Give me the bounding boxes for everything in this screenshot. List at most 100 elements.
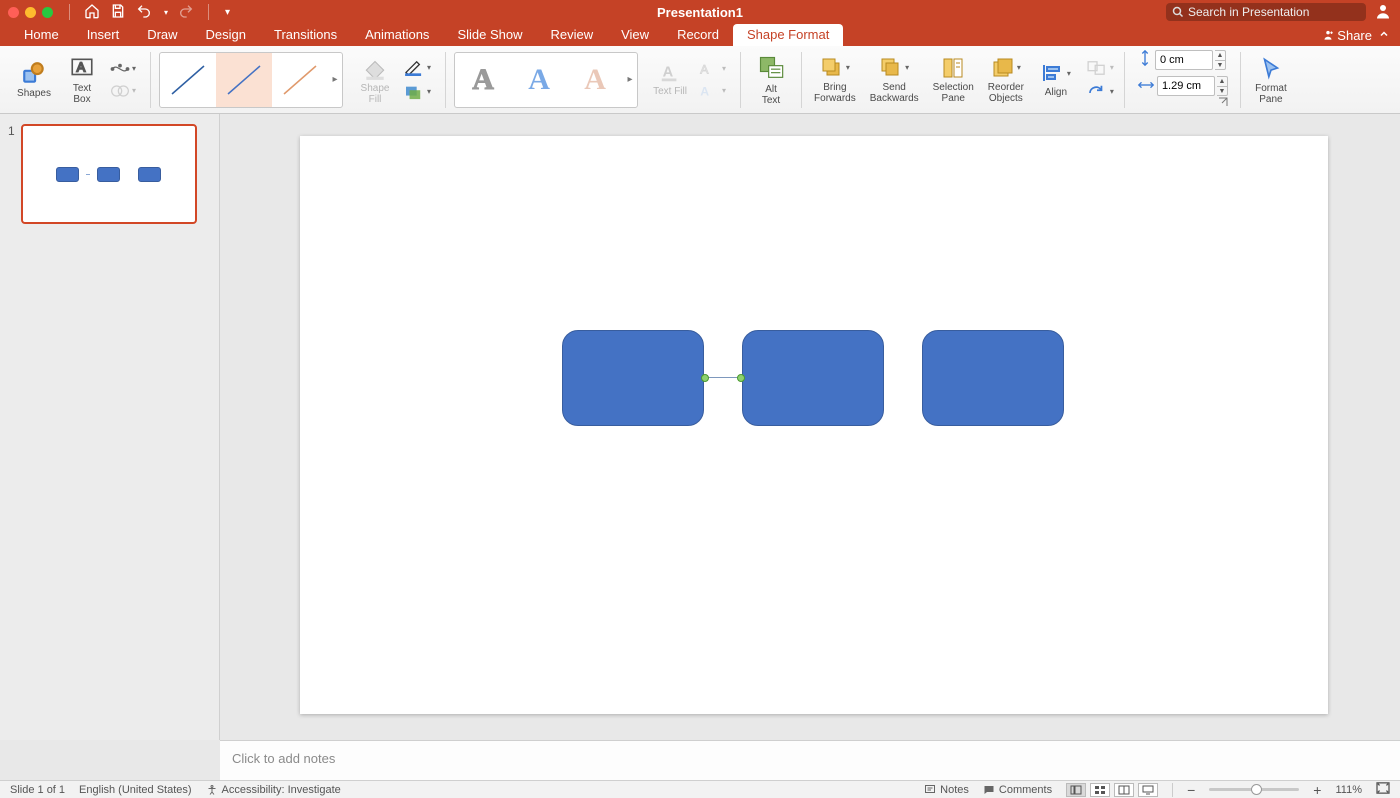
shape-width-input[interactable] xyxy=(1157,76,1215,96)
zoom-window-icon[interactable] xyxy=(42,7,53,18)
reading-view-button[interactable] xyxy=(1114,783,1134,797)
collapse-ribbon-icon[interactable] xyxy=(1378,28,1390,43)
comments-toggle[interactable]: Comments xyxy=(983,784,1052,796)
search-input[interactable]: Search in Presentation xyxy=(1166,3,1366,21)
account-icon[interactable] xyxy=(1374,2,1392,23)
tab-review[interactable]: Review xyxy=(536,24,607,46)
rounded-rectangle-1[interactable] xyxy=(562,330,704,426)
wordart-more-icon[interactable]: ▸ xyxy=(623,74,637,85)
text-fill-button: A Text Fill xyxy=(648,60,692,99)
accessibility-icon xyxy=(206,784,218,796)
alt-text-button[interactable]: Alt Text xyxy=(749,52,793,108)
normal-view-button[interactable] xyxy=(1066,783,1086,797)
zoom-slider[interactable] xyxy=(1209,788,1299,791)
zoom-in-button[interactable]: + xyxy=(1313,782,1321,798)
shape-fill-button[interactable]: Shape Fill xyxy=(353,53,397,107)
zoom-level[interactable]: 111% xyxy=(1335,784,1362,796)
gallery-more-icon[interactable]: ▸ xyxy=(328,74,342,85)
zoom-slider-thumb[interactable] xyxy=(1251,784,1262,795)
tab-slideshow[interactable]: Slide Show xyxy=(443,24,536,46)
window-controls xyxy=(8,7,53,18)
ribbon-tabs: Home Insert Draw Design Transitions Anim… xyxy=(0,24,1400,46)
tab-animations[interactable]: Animations xyxy=(351,24,443,46)
tab-insert[interactable]: Insert xyxy=(73,24,134,46)
width-spinner[interactable]: ▲▼ xyxy=(1217,76,1228,96)
accessibility-status[interactable]: Accessibility: Investigate xyxy=(206,784,341,796)
height-spinner[interactable]: ▲▼ xyxy=(1215,50,1226,70)
rotate-button[interactable]: ▾ xyxy=(1084,82,1116,102)
slideshow-view-button[interactable] xyxy=(1138,783,1158,797)
wordart-style-2[interactable]: A xyxy=(511,53,567,107)
selection-pane-button[interactable]: Selection Pane xyxy=(929,54,978,106)
qat-customize-icon[interactable]: ▾ xyxy=(225,7,230,18)
rounded-rectangle-3[interactable] xyxy=(922,330,1064,426)
slide-sorter-button[interactable] xyxy=(1090,783,1110,797)
wordart-style-1[interactable]: A xyxy=(455,53,511,107)
dialog-launcher-icon[interactable] xyxy=(1218,96,1228,110)
shape-effects-button[interactable]: ▾ xyxy=(401,82,433,102)
undo-icon[interactable] xyxy=(136,3,152,22)
shape-style-2[interactable] xyxy=(216,53,272,107)
group-button[interactable]: ▾ xyxy=(1084,58,1116,78)
svg-text:A: A xyxy=(77,59,86,74)
slide-thumbnail-panel[interactable]: 1 xyxy=(0,114,220,740)
redo-icon[interactable] xyxy=(178,3,194,22)
comments-icon xyxy=(983,784,995,796)
undo-dropdown-icon[interactable]: ▾ xyxy=(164,8,168,17)
notes-toggle[interactable]: Notes xyxy=(924,784,969,796)
align-button[interactable]: ▾ Align xyxy=(1034,59,1078,100)
quick-access-toolbar: ▾ ▾ xyxy=(65,3,230,22)
search-icon xyxy=(1172,6,1184,18)
shape-style-3[interactable] xyxy=(272,53,328,107)
format-pane-button[interactable]: Format Pane xyxy=(1249,53,1293,107)
slide-thumbnail-1[interactable] xyxy=(21,124,197,224)
merge-shapes-button[interactable]: ▾ xyxy=(108,82,138,100)
language-status[interactable]: English (United States) xyxy=(79,784,192,796)
shape-height-input[interactable] xyxy=(1155,50,1213,70)
title-bar: ▾ ▾ Presentation1 Search in Presentation xyxy=(0,0,1400,24)
wordart-style-3[interactable]: A xyxy=(567,53,623,107)
slide-number: 1 xyxy=(8,124,15,224)
view-buttons xyxy=(1066,783,1158,797)
slide-count[interactable]: Slide 1 of 1 xyxy=(10,784,65,796)
tab-home[interactable]: Home xyxy=(10,24,73,46)
share-button[interactable]: Share xyxy=(1321,28,1372,43)
text-effects-button: A▾ xyxy=(696,82,728,100)
reorder-objects-button[interactable]: ▾ Reorder Objects xyxy=(984,54,1028,106)
width-icon xyxy=(1137,77,1155,96)
text-outline-button: A▾ xyxy=(696,60,728,78)
tab-draw[interactable]: Draw xyxy=(133,24,191,46)
bring-forward-button[interactable]: ▾ Bring Forwards xyxy=(810,54,860,106)
fit-to-window-button[interactable] xyxy=(1376,782,1390,797)
connector-handle-end[interactable] xyxy=(737,374,745,382)
save-icon[interactable] xyxy=(110,3,126,22)
notes-pane[interactable]: Click to add notes xyxy=(220,740,1400,780)
shape-style-gallery[interactable]: ▸ xyxy=(159,52,343,108)
tab-shape-format[interactable]: Shape Format xyxy=(733,24,843,46)
tab-record[interactable]: Record xyxy=(663,24,733,46)
rounded-rectangle-2[interactable] xyxy=(742,330,884,426)
edit-shape-button[interactable]: ▾ xyxy=(108,60,138,78)
shapes-button[interactable]: Shapes xyxy=(12,58,56,101)
send-backward-button[interactable]: ▾ Send Backwards xyxy=(866,54,923,106)
slide-canvas-area[interactable] xyxy=(220,114,1400,740)
tab-view[interactable]: View xyxy=(607,24,663,46)
wordart-style-gallery[interactable]: A A A ▸ xyxy=(454,52,638,108)
svg-text:A: A xyxy=(700,62,709,76)
slide[interactable] xyxy=(300,136,1328,714)
connector-line[interactable] xyxy=(705,377,741,378)
zoom-out-button[interactable]: − xyxy=(1187,782,1195,798)
shape-style-1[interactable] xyxy=(160,53,216,107)
home-icon[interactable] xyxy=(84,3,100,22)
svg-text:A: A xyxy=(663,65,674,81)
connector-handle-start[interactable] xyxy=(701,374,709,382)
minimize-window-icon[interactable] xyxy=(25,7,36,18)
text-box-button[interactable]: A Text Box xyxy=(60,53,104,107)
svg-text:A: A xyxy=(700,84,709,98)
tab-design[interactable]: Design xyxy=(192,24,260,46)
height-icon xyxy=(1137,49,1153,70)
shape-outline-button[interactable]: ▾ xyxy=(401,58,433,78)
ribbon: Shapes A Text Box ▾ ▾ ▸ Shape Fill ▾ xyxy=(0,46,1400,114)
tab-transitions[interactable]: Transitions xyxy=(260,24,351,46)
close-window-icon[interactable] xyxy=(8,7,19,18)
